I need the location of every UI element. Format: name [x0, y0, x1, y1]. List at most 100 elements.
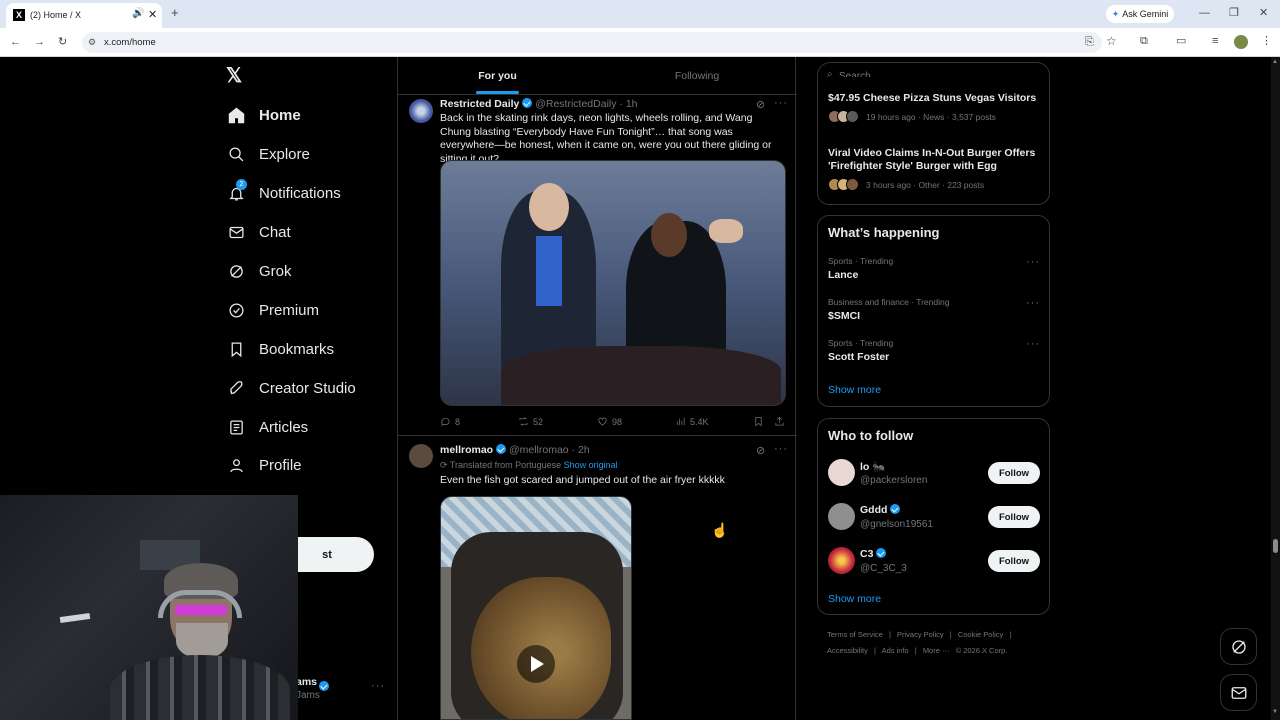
nav-premium[interactable]: Premium — [227, 294, 319, 326]
footer-accessibility[interactable]: Accessibility — [827, 646, 868, 655]
nav-creator-studio[interactable]: Creator Studio — [227, 372, 356, 404]
post-author[interactable]: Restricted Daily — [440, 98, 519, 110]
follow-suggestion[interactable]: Gddd @gnelson19561 Follow — [818, 501, 1051, 535]
address-bar[interactable]: ⚙ x.com/home — [82, 32, 1102, 53]
footer-ads-info[interactable]: Ads info — [882, 646, 909, 655]
post-mellromao[interactable]: mellromao @mellromao · 2h ⊘ ··· ⟳ Transl… — [398, 437, 797, 720]
post-handle[interactable]: @RestrictedDaily — [535, 98, 616, 110]
trend-item[interactable]: Business and finance · Trending $SMCI ··… — [828, 297, 1043, 331]
reply-count: 8 — [455, 416, 461, 427]
grok-floating-button[interactable] — [1220, 628, 1257, 665]
x-logo-icon[interactable]: 𝕏 — [226, 66, 246, 86]
news-item-title[interactable]: Viral Video Claims In-N-Out Burger Offer… — [828, 147, 1043, 173]
nav-articles[interactable]: Articles — [227, 411, 308, 443]
tab-for-you[interactable]: For you — [398, 57, 597, 95]
follow-suggestion[interactable]: C3 @C_3C_3 Follow — [818, 545, 1051, 579]
translation-note: ⟳ Translated from Portuguese Show origin… — [440, 460, 618, 471]
install-icon[interactable]: ⎘ — [1085, 37, 1094, 48]
show-original-link[interactable]: Show original — [564, 460, 618, 470]
avatar[interactable] — [828, 503, 855, 530]
site-info-icon[interactable]: ⚙ — [88, 37, 96, 48]
avatar[interactable] — [409, 99, 433, 123]
new-tab-icon[interactable]: + — [171, 6, 179, 19]
footer-terms[interactable]: Terms of Service — [827, 630, 883, 639]
trend-item[interactable]: Sports · Trending Lance ··· — [828, 256, 1043, 290]
forward-icon[interactable]: → — [34, 37, 45, 48]
follow-button[interactable]: Follow — [988, 462, 1040, 484]
footer-cookie[interactable]: Cookie Policy — [958, 630, 1003, 639]
menu-icon[interactable]: ⋮ — [1261, 36, 1272, 47]
browser-tab[interactable]: X (2) Home / X 🔊 ✕ — [6, 3, 162, 28]
post-more-icon[interactable]: ··· — [774, 443, 788, 455]
post-time[interactable]: · 2h — [572, 444, 590, 456]
grok-post-icon[interactable]: ⊘ — [756, 444, 765, 457]
follow-button[interactable]: Follow — [988, 550, 1040, 572]
trend-meta: Business and finance · Trending — [828, 297, 950, 307]
news-item-title[interactable]: $47.95 Cheese Pizza Stuns Vegas Visitors — [828, 92, 1043, 104]
trend-more-icon[interactable]: ··· — [1026, 256, 1040, 268]
person-icon — [227, 456, 245, 474]
back-icon[interactable]: ← — [10, 37, 21, 48]
media-icon[interactable]: ≡ — [1212, 36, 1218, 47]
post-time[interactable]: · 1h — [619, 98, 637, 110]
nav-grok[interactable]: Grok — [227, 255, 292, 287]
like-button[interactable]: 98 — [597, 416, 622, 427]
scroll-up-arrow-icon[interactable]: ▲ — [1272, 59, 1278, 65]
speaker-icon[interactable]: 🔊 — [132, 8, 144, 19]
close-window-icon[interactable]: ✕ — [1259, 8, 1268, 19]
verified-badge-icon — [227, 301, 245, 319]
grok-post-icon[interactable]: ⊘ — [756, 98, 765, 111]
follow-button[interactable]: Follow — [988, 506, 1040, 528]
messages-floating-button[interactable] — [1220, 674, 1257, 711]
close-tab-icon[interactable]: ✕ — [148, 8, 157, 21]
scroll-down-arrow-icon[interactable]: ▼ — [1272, 709, 1278, 715]
repost-button[interactable]: 52 — [518, 416, 543, 427]
profile-avatar-icon[interactable] — [1234, 35, 1248, 49]
bookmark-button[interactable] — [753, 416, 764, 427]
video-singer-right-head — [651, 213, 687, 257]
post-restricted-daily[interactable]: Restricted Daily @RestrictedDaily · 1h ⊘… — [398, 95, 797, 436]
nav-profile[interactable]: Profile — [227, 449, 302, 481]
suggestion-name: Gddd — [860, 504, 888, 516]
post-more-icon[interactable]: ··· — [774, 97, 788, 109]
follow-suggestion[interactable]: lo 🐜 @packersloren Follow — [818, 457, 1051, 491]
scrollbar-thumb[interactable] — [1273, 539, 1278, 553]
reload-icon[interactable]: ↻ — [58, 37, 67, 48]
nav-explore[interactable]: Explore — [227, 138, 310, 170]
post-video[interactable] — [440, 160, 786, 406]
tab-title: (2) Home / X — [30, 10, 82, 20]
footer-privacy[interactable]: Privacy Policy — [897, 630, 944, 639]
post-handle[interactable]: @mellromao — [509, 444, 569, 456]
trend-more-icon[interactable]: ··· — [1026, 297, 1040, 309]
avatar[interactable] — [409, 444, 433, 468]
nav-bookmarks[interactable]: Bookmarks — [227, 333, 334, 365]
trend-more-icon[interactable]: ··· — [1026, 338, 1040, 350]
mouse-cursor-icon: ☝ — [711, 522, 729, 538]
post-video[interactable] — [440, 496, 632, 720]
gemini-button[interactable]: ✦ Ask Gemini — [1106, 5, 1174, 23]
bookmark-star-icon[interactable]: ☆ — [1106, 35, 1117, 47]
avatar[interactable] — [828, 459, 855, 486]
avatar[interactable] — [828, 547, 855, 574]
follow-show-more[interactable]: Show more — [828, 593, 881, 605]
split-view-icon[interactable]: ▭ — [1176, 36, 1186, 47]
account-more-icon[interactable]: ··· — [371, 680, 385, 692]
translate-icon: ⟳ — [440, 460, 448, 470]
tab-following[interactable]: Following — [597, 57, 797, 95]
nav-chat[interactable]: Chat — [227, 216, 291, 248]
play-button-icon[interactable] — [517, 645, 555, 683]
restore-icon[interactable]: ❐ — [1229, 8, 1239, 19]
trend-item[interactable]: Sports · Trending Scott Foster ··· — [828, 338, 1043, 372]
nav-notifications[interactable]: 2 Notifications — [227, 177, 341, 209]
post-author[interactable]: mellromao — [440, 444, 493, 456]
nav-home[interactable]: Home — [227, 99, 301, 131]
footer-more[interactable]: More ··· — [923, 646, 950, 655]
reply-button[interactable]: 8 — [440, 416, 460, 427]
scrollbar[interactable]: ▲ ▼ — [1271, 57, 1280, 720]
share-button[interactable] — [774, 416, 785, 427]
minimize-icon[interactable]: — — [1199, 8, 1210, 19]
trend-title: Lance — [828, 269, 859, 281]
happening-show-more[interactable]: Show more — [828, 384, 881, 396]
views-button[interactable]: 5.4K — [675, 416, 709, 427]
extensions-icon[interactable]: ⧉ — [1140, 36, 1148, 47]
